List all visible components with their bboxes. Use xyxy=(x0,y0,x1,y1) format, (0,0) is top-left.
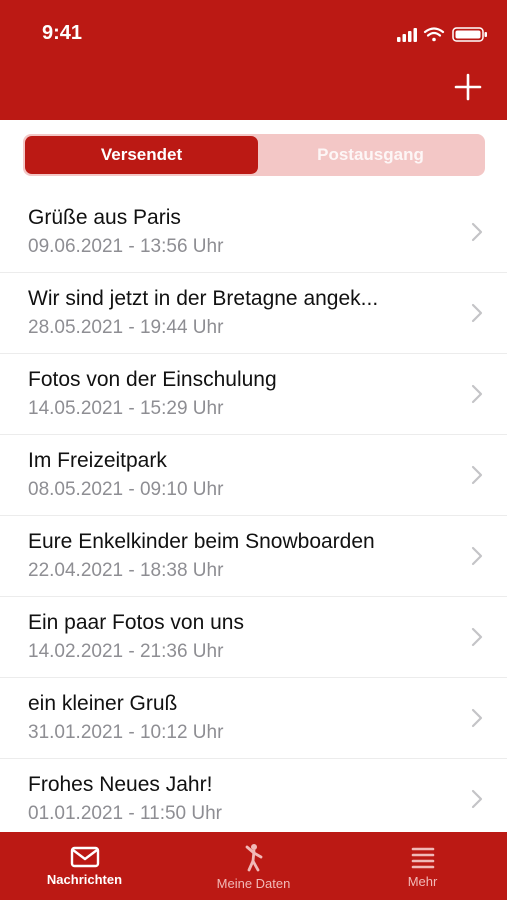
tab-label: Nachrichten xyxy=(46,872,123,887)
battery-icon xyxy=(452,27,487,42)
list-item[interactable]: Eure Enkelkinder beim Snowboarden 22.04.… xyxy=(0,516,507,597)
message-title: Im Freizeitpark xyxy=(28,449,167,472)
tab-label: Meine Daten xyxy=(216,876,291,891)
tab-label: Mehr xyxy=(407,874,438,889)
plus-icon[interactable] xyxy=(453,72,483,102)
chevron-right-icon xyxy=(471,465,483,485)
message-title: Grüße aus Paris xyxy=(28,206,181,229)
segment-versendet[interactable]: Versendet xyxy=(25,136,258,174)
chevron-right-icon xyxy=(471,708,483,728)
tab-mehr[interactable]: Mehr xyxy=(338,832,507,900)
message-date: 08.05.2021 - 09:10 Uhr xyxy=(28,479,224,500)
person-icon xyxy=(245,844,262,872)
list-item[interactable]: Fotos von der Einschulung 14.05.2021 - 1… xyxy=(0,354,507,435)
message-title: Frohes Neues Jahr! xyxy=(28,773,213,796)
menu-icon xyxy=(411,847,434,869)
status-time: 9:41 xyxy=(42,22,83,44)
message-date: 01.01.2021 - 11:50 Uhr xyxy=(28,803,223,824)
message-date: 14.02.2021 - 21:36 Uhr xyxy=(28,641,224,662)
tab-nachrichten[interactable]: Nachrichten xyxy=(0,832,169,900)
message-list: Grüße aus Paris 09.06.2021 - 13:56 Uhr W… xyxy=(0,192,507,840)
message-date: 22.04.2021 - 18:38 Uhr xyxy=(28,560,224,581)
envelope-icon xyxy=(70,846,99,868)
message-title: Wir sind jetzt in der Bretagne angek... xyxy=(28,287,379,310)
list-item[interactable]: ein kleiner Gruß 31.01.2021 - 10:12 Uhr xyxy=(0,678,507,759)
list-item[interactable]: Im Freizeitpark 08.05.2021 - 09:10 Uhr xyxy=(0,435,507,516)
chevron-right-icon xyxy=(471,222,483,242)
list-item[interactable]: Grüße aus Paris 09.06.2021 - 13:56 Uhr xyxy=(0,192,507,273)
cellular-signal-icon xyxy=(397,28,417,42)
segmented-control: Versendet Postausgang xyxy=(23,134,485,176)
message-title: Eure Enkelkinder beim Snowboarden xyxy=(28,530,375,553)
list-item[interactable]: Wir sind jetzt in der Bretagne angek... … xyxy=(0,273,507,354)
list-item[interactable]: Frohes Neues Jahr! 01.01.2021 - 11:50 Uh… xyxy=(0,759,507,840)
chevron-right-icon xyxy=(471,789,483,809)
message-date: 14.05.2021 - 15:29 Uhr xyxy=(28,398,224,419)
message-title: Ein paar Fotos von uns xyxy=(28,611,244,634)
nav-header: 9:41 xyxy=(0,0,507,120)
wifi-icon xyxy=(423,27,445,42)
message-title: ein kleiner Gruß xyxy=(28,692,178,715)
message-date: 31.01.2021 - 10:12 Uhr xyxy=(28,722,224,743)
tab-meine-daten[interactable]: Meine Daten xyxy=(169,832,338,900)
list-item[interactable]: Ein paar Fotos von uns 14.02.2021 - 21:3… xyxy=(0,597,507,678)
tab-bar: Nachrichten Meine Daten Mehr xyxy=(0,832,507,900)
status-icons xyxy=(397,27,487,42)
message-date: 09.06.2021 - 13:56 Uhr xyxy=(28,236,224,257)
message-date: 28.05.2021 - 19:44 Uhr xyxy=(28,317,224,338)
segment-postausgang[interactable]: Postausgang xyxy=(258,136,483,174)
message-title: Fotos von der Einschulung xyxy=(28,368,277,391)
chevron-right-icon xyxy=(471,546,483,566)
chevron-right-icon xyxy=(471,627,483,647)
chevron-right-icon xyxy=(471,303,483,323)
chevron-right-icon xyxy=(471,384,483,404)
